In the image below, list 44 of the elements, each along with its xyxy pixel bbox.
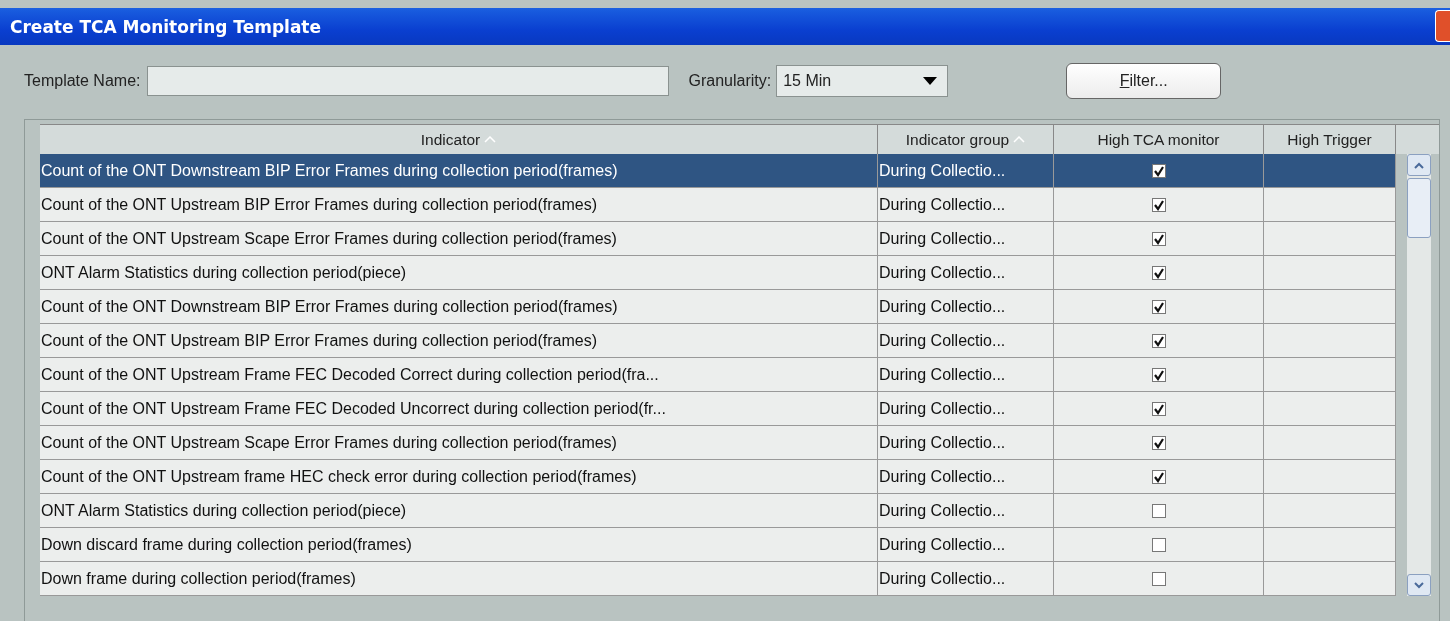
- vertical-scrollbar[interactable]: [1407, 154, 1431, 596]
- scroll-down-button[interactable]: [1407, 574, 1431, 596]
- template-name-field[interactable]: [146, 66, 669, 96]
- checkbox[interactable]: [1152, 163, 1166, 178]
- checkbox[interactable]: [1152, 503, 1166, 518]
- filter-button[interactable]: Filter...: [1066, 63, 1222, 99]
- window-title: Create TCA Monitoring Template: [10, 16, 322, 37]
- checkbox[interactable]: [1152, 537, 1166, 552]
- table-row[interactable]: Down discard frame during collection period(frames) During Collectio...: [40, 528, 1396, 562]
- dropdown-caret-icon: [923, 77, 938, 85]
- table-row[interactable]: ONT Alarm Statistics during collection period(piece) During Collectio...: [40, 256, 1396, 290]
- table-row[interactable]: Count of the ONT Upstream Scape Error Frames during collection period(frames) During Collectio...: [40, 222, 1396, 256]
- checkbox[interactable]: [1152, 265, 1166, 280]
- table-cell: During Collectio...: [878, 562, 1054, 596]
- chevron-down-icon: [1414, 581, 1424, 589]
- field-label: Template Name:: [24, 72, 141, 90]
- scroll-up-button[interactable]: [1407, 154, 1431, 176]
- checkbox[interactable]: [1152, 197, 1166, 212]
- table-row[interactable]: ONT Alarm Statistics during collection period(piece) During Collectio...: [40, 494, 1396, 528]
- checkbox[interactable]: [1152, 333, 1166, 348]
- table-row[interactable]: Count of the ONT Upstream Frame FEC Decoded Uncorrect during collection period(fr... During Collectio...: [40, 392, 1396, 426]
- table-row[interactable]: Count of the ONT Upstream BIP Error Frames during collection period(frames) During Collectio...: [40, 324, 1396, 358]
- chevron-up-icon: [1414, 161, 1424, 169]
- checkbox[interactable]: [1152, 401, 1166, 416]
- checkbox[interactable]: [1152, 435, 1166, 450]
- table-row[interactable]: Down frame during collection period(frames) During Collectio...: [40, 562, 1396, 596]
- checkbox[interactable]: [1152, 231, 1166, 246]
- checkbox[interactable]: [1152, 571, 1166, 586]
- table-row[interactable]: Count of the ONT Upstream BIP Error Frames during collection period(frames) During Collectio...: [40, 188, 1396, 222]
- header-label: Indicator: [420, 130, 481, 149]
- scrollbar-thumb[interactable]: [1407, 178, 1431, 238]
- header-label: Indicator group: [905, 130, 1010, 149]
- table-row[interactable]: Count of the ONT Upstream Frame FEC Decoded Correct during collection period(fra... During Collectio...: [40, 358, 1396, 392]
- table-row[interactable]: Count of the ONT Upstream Scape Error Frames during collection period(frames) During Collectio...: [40, 426, 1396, 460]
- field-label: Granularity:: [688, 72, 772, 90]
- checkbox[interactable]: [1152, 367, 1166, 382]
- granularity-dropdown[interactable]: 15 Min: [776, 65, 949, 97]
- close-button[interactable]: [1435, 10, 1450, 42]
- table-cell: Down frame during collection period(frames): [40, 562, 878, 596]
- checkbox[interactable]: [1152, 299, 1166, 314]
- table-row[interactable]: Count of the ONT Downstream BIP Error Frames during collection period(frames) During Collectio...: [40, 154, 1396, 188]
- table-row[interactable]: Count of the ONT Downstream BIP Error Frames during collection period(frames) During Collectio...: [40, 290, 1396, 324]
- table-row[interactable]: Count of the ONT Upstream frame HEC check error during collection period(frames) During Collectio...: [40, 460, 1396, 494]
- checkbox[interactable]: [1152, 469, 1166, 484]
